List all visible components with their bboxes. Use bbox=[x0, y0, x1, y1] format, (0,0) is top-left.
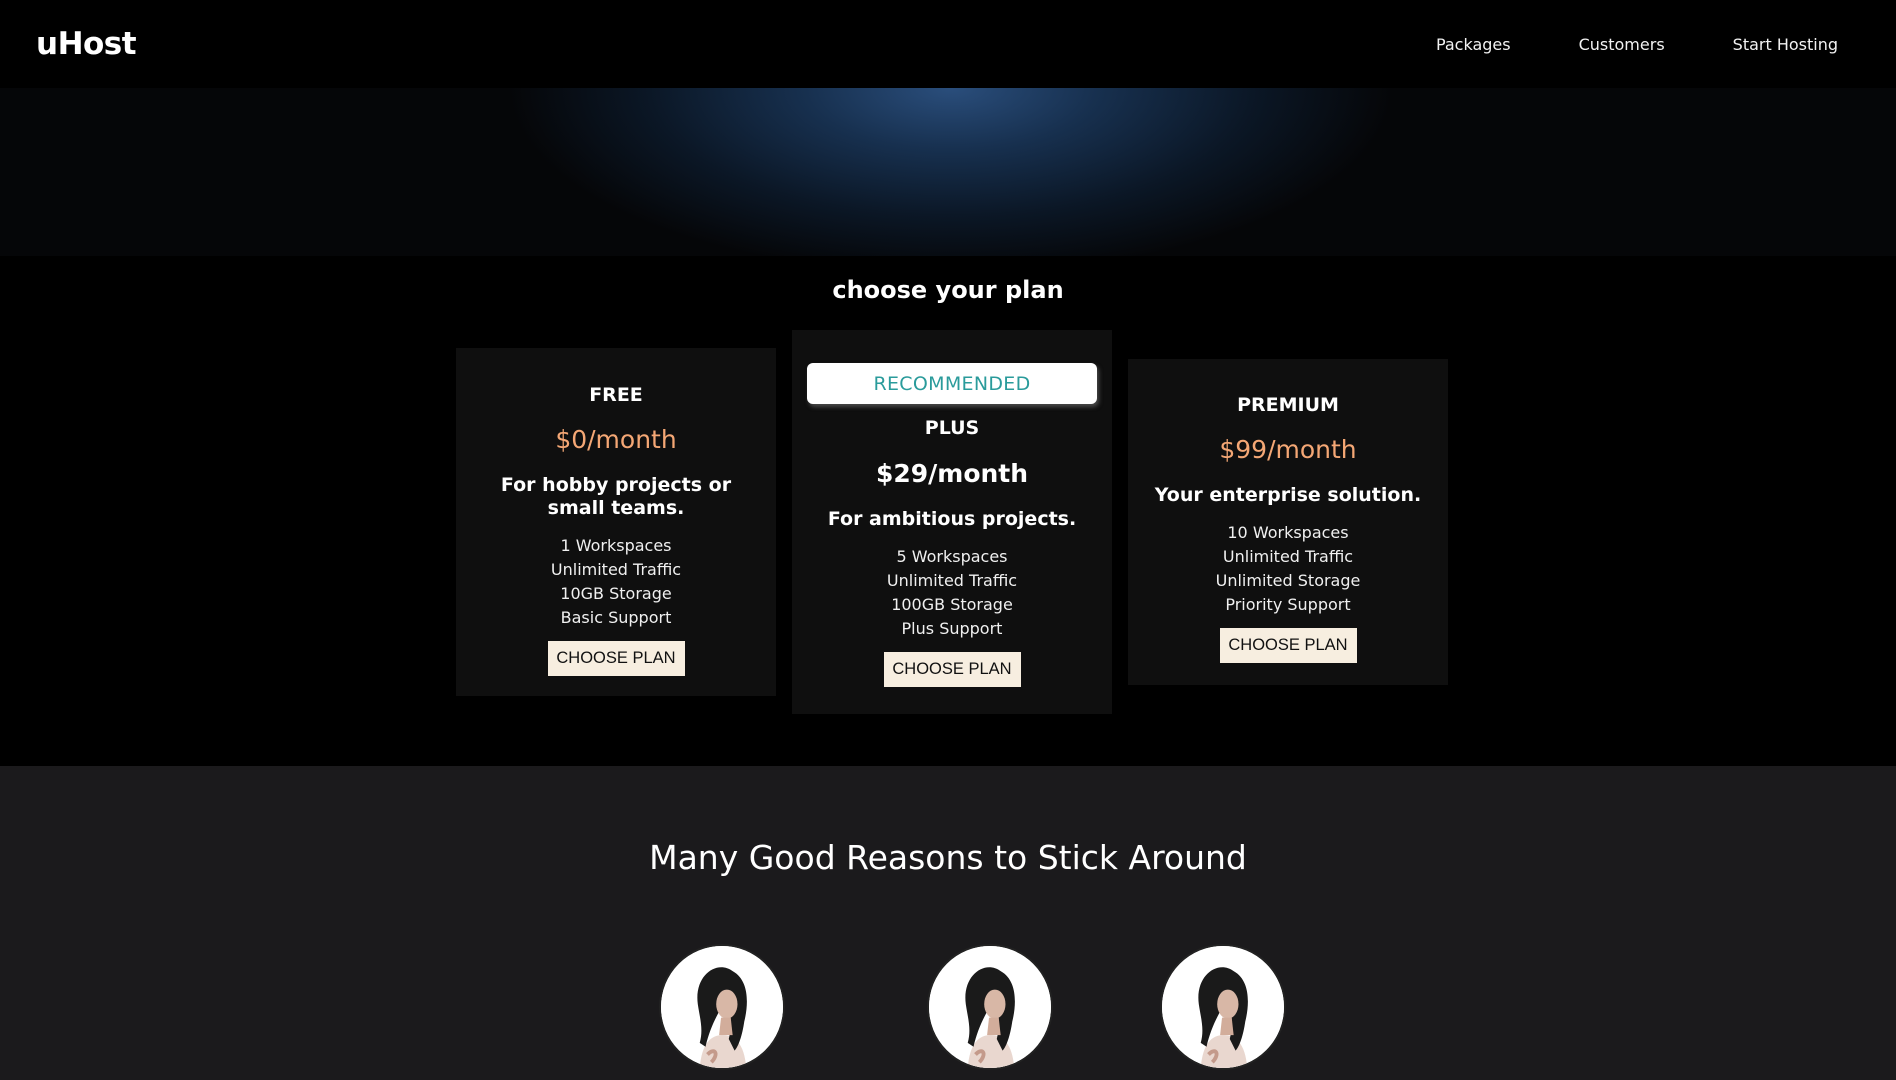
feature-item: Unlimited Traffic bbox=[1222, 547, 1354, 566]
feature-item: 10 Workspaces bbox=[1227, 523, 1349, 542]
plan-description: Your enterprise solution. bbox=[1154, 484, 1422, 506]
feature-item: Priority Support bbox=[1225, 595, 1351, 614]
choose-plan-button-plus[interactable]: CHOOSE PLAN bbox=[883, 652, 1021, 687]
plan-card-premium: PREMIUM $99/month Your enterprise soluti… bbox=[1128, 359, 1448, 685]
hero-banner bbox=[0, 88, 1896, 256]
reasons-section: Many Good Reasons to Stick Around bbox=[0, 766, 1896, 1080]
plan-features: 5 Workspaces Unlimited Traffic 100GB Sto… bbox=[887, 545, 1017, 641]
plan-features: 10 Workspaces Unlimited Traffic Unlimite… bbox=[1216, 521, 1361, 617]
reasons-title: Many Good Reasons to Stick Around bbox=[649, 838, 1247, 877]
plan-name: FREE bbox=[589, 384, 643, 406]
recommended-badge: RECOMMENDED bbox=[807, 363, 1097, 404]
choose-plan-button-premium[interactable]: CHOOSE PLAN bbox=[1219, 628, 1357, 663]
plan-price: $29/month bbox=[875, 459, 1029, 488]
feature-item: Basic Support bbox=[560, 608, 672, 627]
plan-description: For ambitious projects. bbox=[827, 508, 1077, 530]
plan-description: For hobby projects or small teams. bbox=[500, 474, 732, 519]
nav-link-start-hosting[interactable]: Start Hosting bbox=[1733, 35, 1838, 54]
plan-card-free: FREE $0/month For hobby projects or smal… bbox=[456, 348, 776, 696]
feature-item: Unlimited Storage bbox=[1215, 571, 1361, 590]
top-navigation-bar: uHost Packages Customers Start Hosting bbox=[0, 0, 1896, 88]
plans-section: choose your plan FREE $0/month For hobby… bbox=[0, 256, 1896, 766]
choose-plan-button-free[interactable]: CHOOSE PLAN bbox=[547, 641, 685, 676]
plan-card-plus: RECOMMENDED PLUS $29/month For ambitious… bbox=[792, 330, 1112, 714]
customer-avatar bbox=[1160, 944, 1286, 1070]
plan-price: $0/month bbox=[555, 425, 677, 454]
feature-item: Unlimited Traffic bbox=[550, 560, 682, 579]
feature-item: 5 Workspaces bbox=[896, 547, 1008, 566]
nav-link-customers[interactable]: Customers bbox=[1579, 35, 1665, 54]
customer-portrait-image bbox=[929, 946, 1051, 1068]
plan-name: PLUS bbox=[924, 417, 980, 439]
brand-logo[interactable]: uHost bbox=[36, 26, 137, 62]
customer-avatar bbox=[927, 944, 1053, 1070]
feature-item: Unlimited Traffic bbox=[886, 571, 1018, 590]
feature-item: 1 Workspaces bbox=[560, 536, 672, 555]
customer-portrait-image bbox=[661, 946, 783, 1068]
nav-link-packages[interactable]: Packages bbox=[1436, 35, 1511, 54]
feature-item: 100GB Storage bbox=[891, 595, 1013, 614]
customer-avatar bbox=[659, 944, 785, 1070]
feature-item: 10GB Storage bbox=[560, 584, 672, 603]
plan-features: 1 Workspaces Unlimited Traffic 10GB Stor… bbox=[551, 534, 681, 630]
main-nav: Packages Customers Start Hosting bbox=[1436, 35, 1838, 54]
feature-item: Plus Support bbox=[901, 619, 1003, 638]
plan-price: $99/month bbox=[1219, 435, 1357, 464]
customer-portrait-image bbox=[1162, 946, 1284, 1068]
plan-name: PREMIUM bbox=[1237, 394, 1339, 416]
section-title: choose your plan bbox=[832, 276, 1064, 304]
